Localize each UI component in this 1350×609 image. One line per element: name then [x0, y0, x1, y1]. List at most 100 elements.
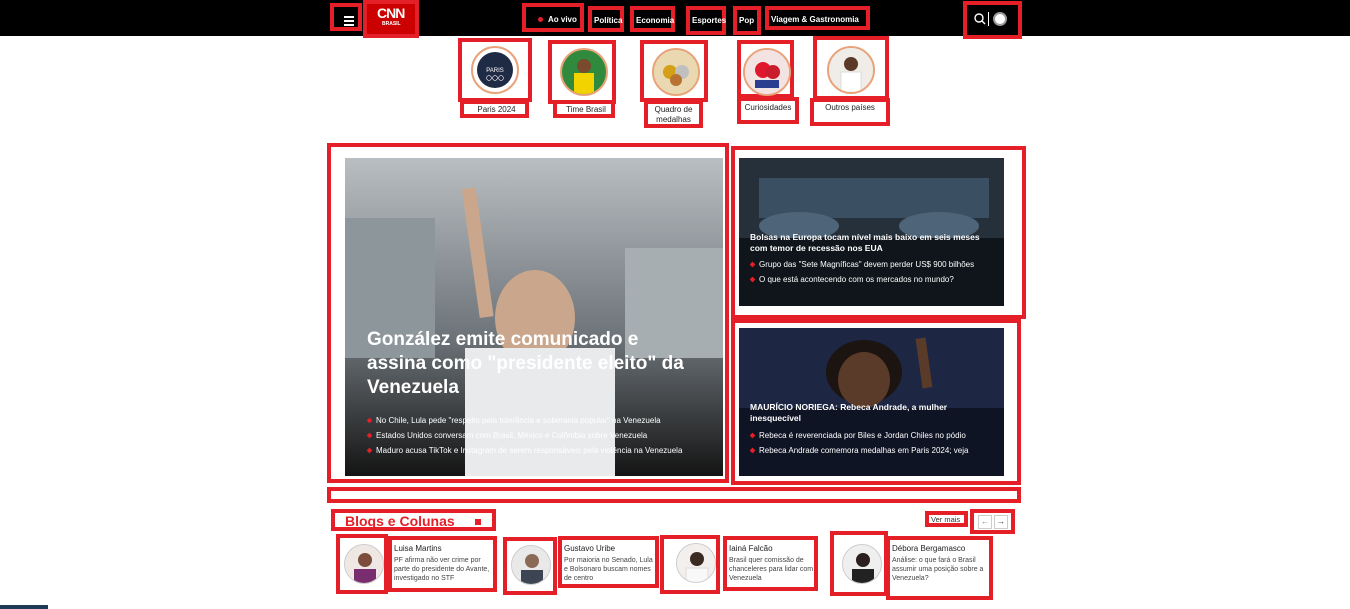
header-tools [963, 1, 1022, 39]
related-link-text: O que está acontecendo com os mercados n… [759, 275, 954, 284]
category-curiosidades[interactable] [737, 40, 794, 98]
category-label-box[interactable]: Paris 2024 [460, 100, 529, 118]
blog-item[interactable]: Débora Bergamasco Análise: o que fará o … [886, 536, 993, 600]
blog-item[interactable]: Gustavo Uribe Por maioria no Senado, Lul… [558, 536, 659, 588]
mascot-image [743, 48, 791, 96]
bullet-icon [366, 417, 373, 424]
side-top-card[interactable]: Bolsas na Europa tocam nível mais baixo … [739, 158, 1004, 306]
blog-avatar-frame[interactable] [503, 537, 557, 595]
blog-author-name: Gustavo Uribe [564, 544, 616, 553]
category-label: Quadro de medalhas [654, 105, 693, 124]
side-bottom-headline[interactable]: MAURÍCIO NORIEGA: Rebeca Andrade, a mulh… [750, 402, 990, 424]
main-story-image [345, 158, 723, 476]
blog-post-title: Brasil quer comissão de chanceleres para… [729, 557, 814, 582]
related-link-text: No Chile, Lula pede "respeito pela toler… [376, 416, 661, 425]
side-bottom-related-link[interactable]: Rebeca é reverenciada por Biles e Jordan… [749, 431, 966, 441]
category-paris-2024[interactable]: PARIS [458, 38, 532, 102]
see-more-label: Ver mais [931, 515, 961, 524]
hamburger-icon-line [344, 24, 354, 26]
time-brasil-image [560, 48, 608, 96]
hamburger-icon-line [344, 20, 354, 22]
blog-author-name: Luisa Martins [394, 544, 442, 553]
blogs-section-title[interactable]: Blogs e Colunas [331, 509, 496, 531]
category-label-box[interactable]: Time Brasil [553, 100, 615, 118]
main-story-related-link[interactable]: No Chile, Lula pede "respeito pela toler… [366, 416, 661, 426]
blog-avatar-frame[interactable] [336, 534, 388, 594]
paris-2024-logo-icon: PARIS [471, 46, 519, 94]
nav-item-pop[interactable]: Pop [733, 6, 761, 35]
nav-item-politica[interactable]: Política [588, 6, 624, 32]
related-link-text: Estados Unidos conversam com Brasil, Méx… [376, 431, 648, 440]
bullet-icon [366, 432, 373, 439]
arrow-right-icon[interactable]: → [994, 515, 1008, 529]
nav-label: Economia [636, 16, 675, 25]
side-bottom-card[interactable]: MAURÍCIO NORIEGA: Rebeca Andrade, a mulh… [739, 328, 1004, 476]
search-icon[interactable] [973, 12, 987, 26]
athlete-image [827, 46, 875, 94]
medals-image [652, 48, 700, 96]
nav-item-viagem-gastronomia[interactable]: Viagem & Gastronomia [765, 6, 870, 30]
blog-item[interactable]: Luisa Martins PF afirma não ver crime po… [388, 536, 497, 592]
side-top-related-link[interactable]: O que está acontecendo com os mercados n… [749, 275, 954, 285]
category-label-box[interactable]: Outros países [810, 98, 890, 126]
avatar [511, 545, 551, 585]
nav-label: Esportes [692, 16, 727, 25]
svg-text:PARIS: PARIS [486, 68, 504, 74]
blog-post-title: Análise: o que fará o Brasil assumir uma… [892, 557, 984, 582]
bullet-icon [749, 261, 756, 268]
related-link-text: Maduro acusa TikTok e Instagram de serem… [376, 446, 683, 455]
category-label-box[interactable]: Quadro de medalhas [644, 100, 703, 128]
main-story-card[interactable]: González emite comunicado e assina como … [345, 158, 723, 476]
category-label: Time Brasil [566, 105, 606, 114]
category-label: Outros países [825, 103, 875, 112]
blog-post-title: Por maioria no Senado, Lula e Bolsonaro … [564, 557, 653, 582]
nav-label: Pop [739, 16, 755, 25]
nav-label: Ao vivo [548, 15, 577, 24]
blog-author-name: Iainá Falcão [729, 544, 773, 553]
hamburger-icon [344, 16, 354, 18]
menu-button[interactable] [330, 3, 362, 31]
nav-label: Política [594, 16, 623, 25]
main-story-related-link[interactable]: Estados Unidos conversam com Brasil, Méx… [366, 431, 648, 441]
nav-item-ao-vivo[interactable]: Ao vivo [522, 3, 584, 32]
nav-label: Viagem & Gastronomia [771, 15, 859, 24]
see-more-link[interactable]: Ver mais [925, 511, 968, 527]
divider [988, 12, 989, 26]
related-link-text: Grupo das "Sete Magníficas" devem perder… [759, 260, 975, 269]
blog-author-name: Débora Bergamasco [892, 544, 966, 553]
main-story-related-link[interactable]: Maduro acusa TikTok e Instagram de serem… [366, 446, 683, 456]
related-link-text: Rebeca é reverenciada por Biles e Jordan… [759, 431, 966, 440]
main-story-headline[interactable]: González emite comunicado e assina como … [367, 328, 697, 400]
category-time-brasil[interactable] [548, 40, 616, 104]
bullet-icon [749, 432, 756, 439]
section-title: Blogs e Colunas [345, 513, 455, 529]
avatar [344, 544, 384, 584]
nav-item-esportes[interactable]: Esportes [686, 6, 726, 35]
category-label: Curiosidades [744, 103, 792, 112]
category-outros-paises[interactable] [813, 36, 889, 100]
category-label: Paris 2024 [477, 105, 516, 114]
related-link-text: Rebeca Andrade comemora medalhas em Pari… [759, 446, 969, 455]
category-label-box[interactable]: Curiosidades [737, 97, 799, 124]
side-top-related-link[interactable]: Grupo das "Sete Magníficas" devem perder… [749, 260, 975, 270]
page-scroll-indicator [0, 605, 48, 609]
user-avatar-icon[interactable] [993, 12, 1007, 26]
blog-item[interactable]: Iainá Falcão Brasil quer comissão de cha… [723, 536, 818, 591]
blog-avatar-frame[interactable] [830, 531, 888, 596]
avatar [842, 544, 882, 584]
logo-highlight [363, 0, 419, 38]
carousel-controls: ← → [970, 509, 1015, 534]
live-dot-icon [538, 17, 543, 22]
section-separator [327, 487, 1021, 503]
blog-post-title: PF afirma não ver crime por parte do pre… [394, 557, 490, 582]
side-bottom-related-link[interactable]: Rebeca Andrade comemora medalhas em Pari… [749, 446, 969, 456]
nav-item-economia[interactable]: Economia [630, 6, 675, 32]
arrow-left-icon[interactable]: ← [978, 515, 992, 529]
bullet-icon [366, 447, 373, 454]
bullet-icon [749, 276, 756, 283]
side-top-headline[interactable]: Bolsas na Europa tocam nível mais baixo … [750, 232, 990, 254]
bullet-icon [749, 447, 756, 454]
category-quadro-medalhas[interactable] [640, 40, 708, 102]
blog-avatar-frame[interactable] [660, 535, 720, 594]
top-navigation-bar [0, 0, 1350, 36]
